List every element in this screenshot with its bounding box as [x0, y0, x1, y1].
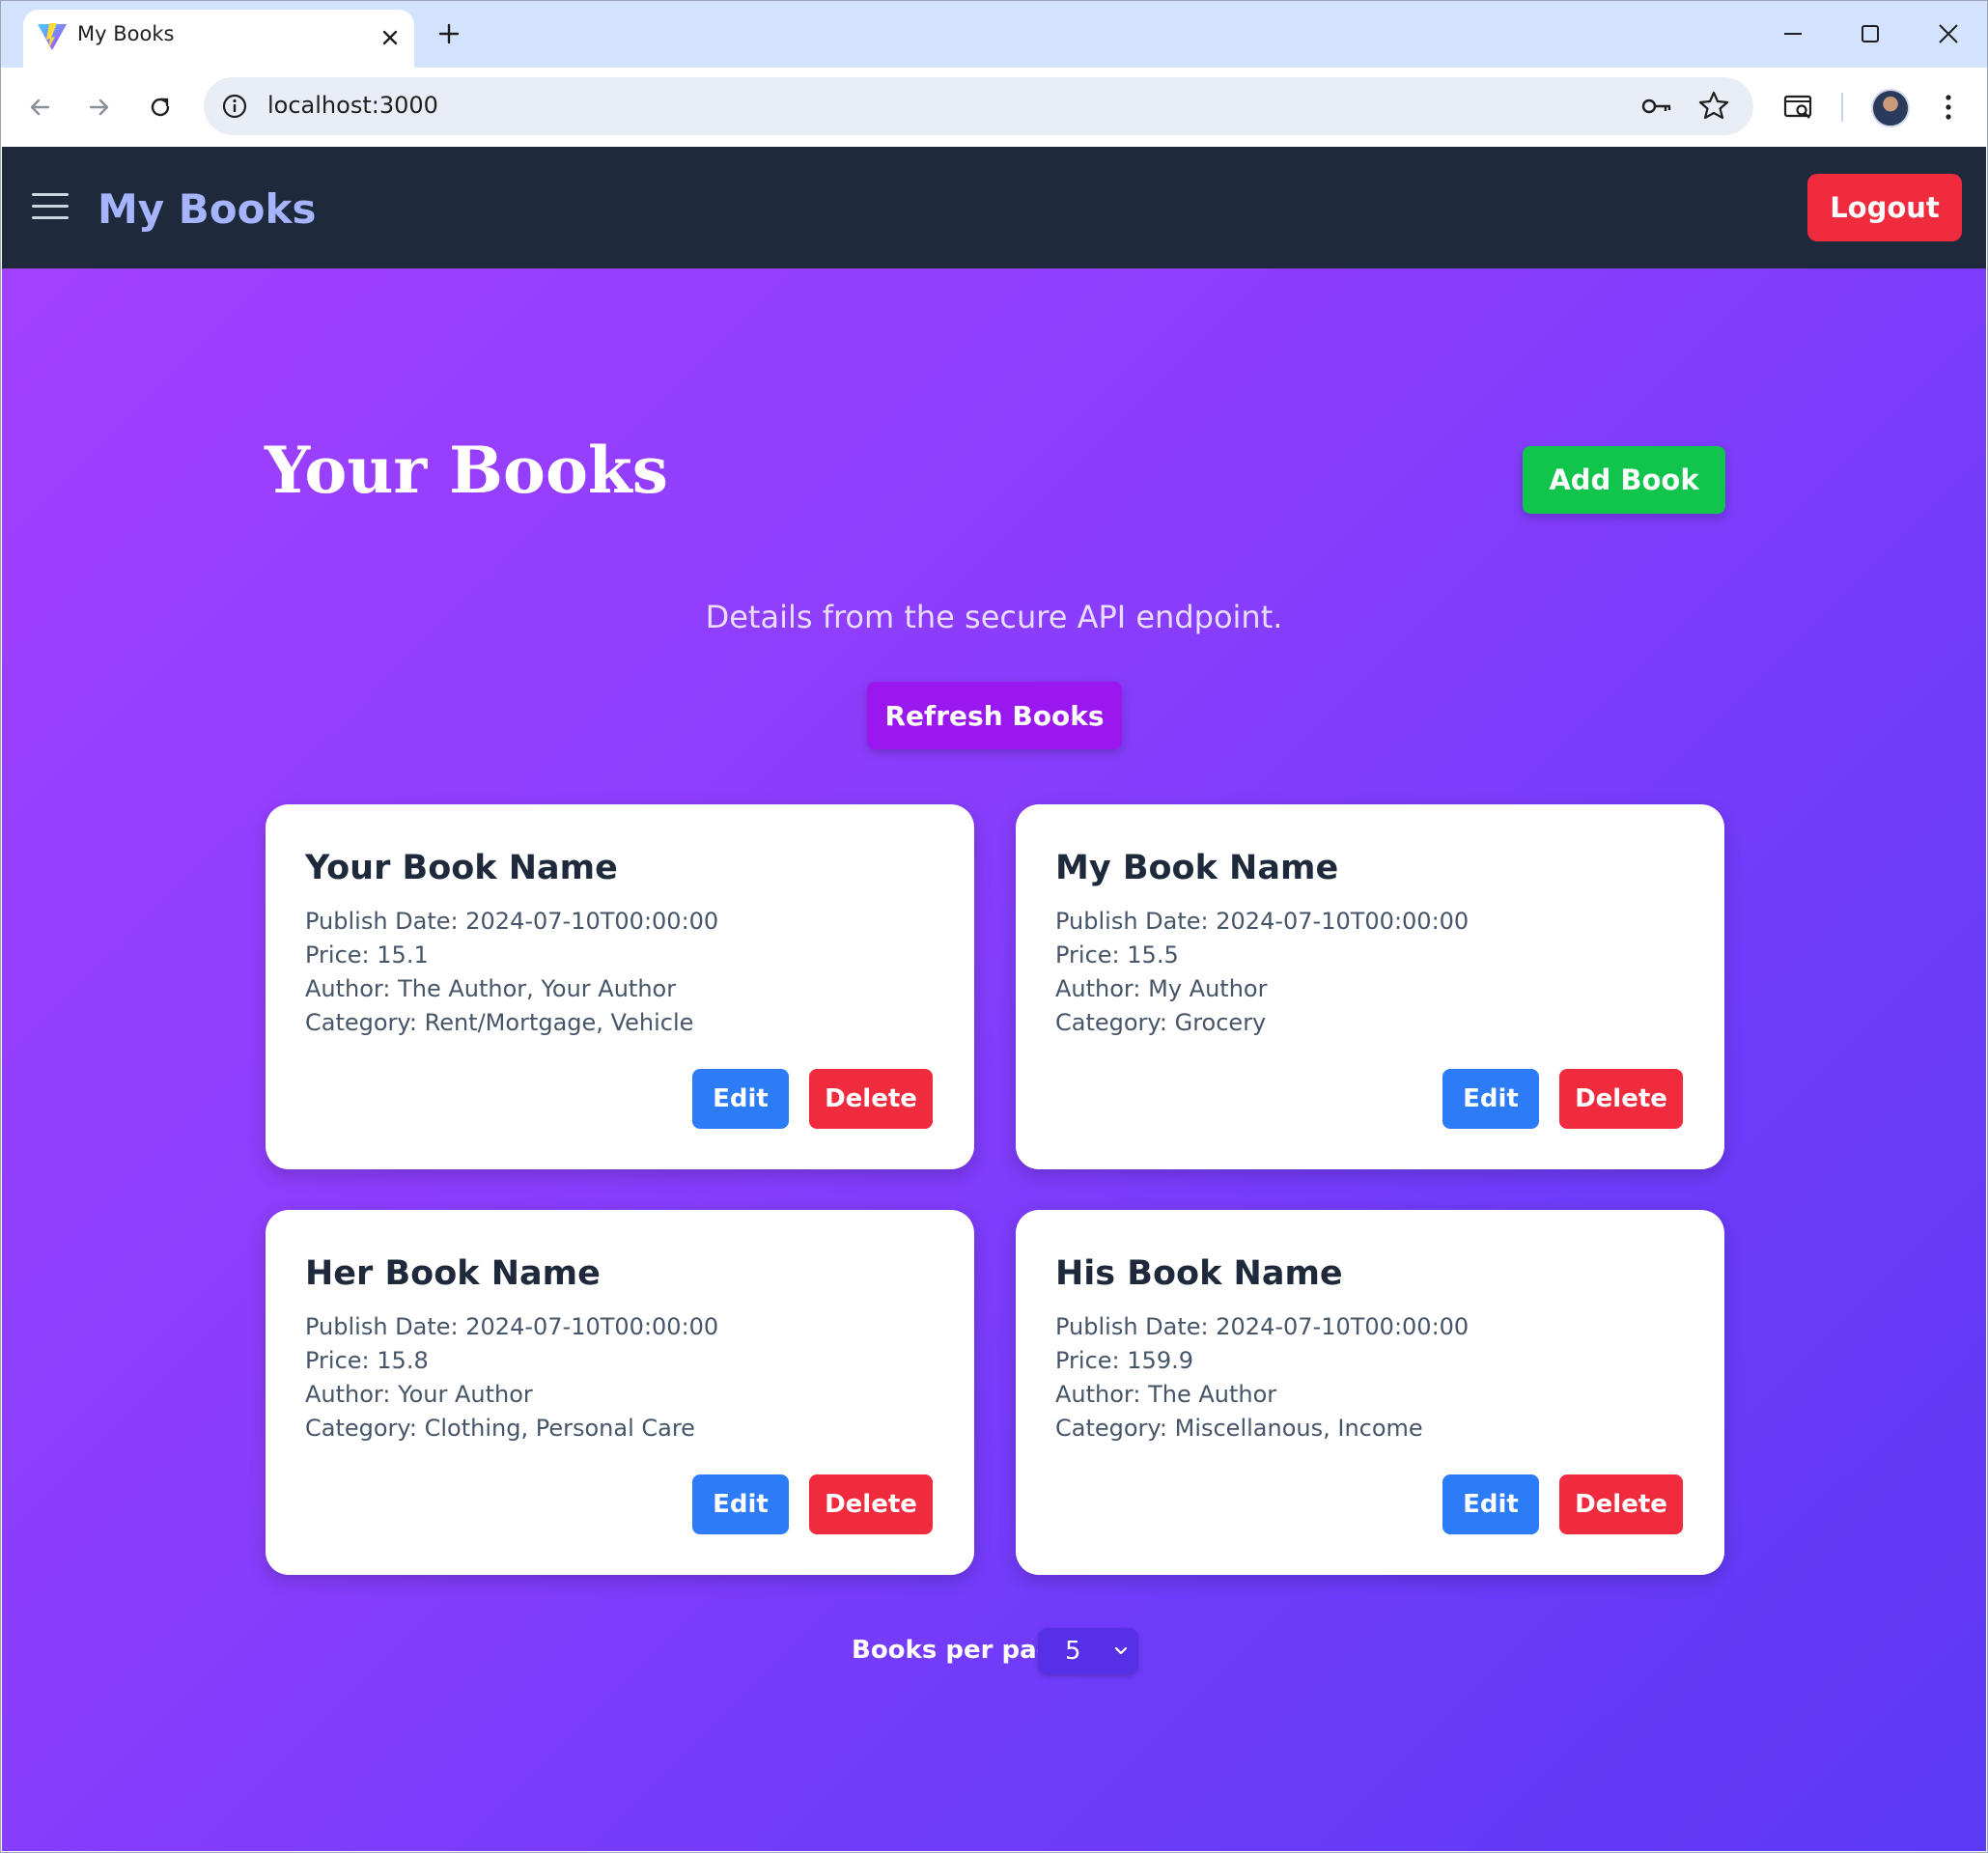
- browser-tab[interactable]: My Books: [23, 10, 414, 68]
- book-author: Author: The Author, Your Author: [305, 975, 677, 1002]
- book-category: Category: Rent/Mortgage, Vehicle: [305, 1009, 694, 1036]
- logout-button[interactable]: Logout: [1807, 174, 1962, 241]
- delete-button[interactable]: Delete: [809, 1069, 933, 1129]
- book-category: Category: Grocery: [1055, 1009, 1267, 1036]
- profile-avatar[interactable]: [1871, 89, 1910, 127]
- back-arrow-icon: [30, 98, 50, 116]
- key-icon[interactable]: [1639, 91, 1674, 122]
- reload-icon: [151, 98, 170, 117]
- brand-title[interactable]: My Books: [98, 185, 316, 233]
- book-card: His Book Name Publish Date: 2024-07-10T0…: [1016, 1210, 1724, 1575]
- book-price: Price: 15.8: [305, 1347, 429, 1374]
- tab-title: My Books: [77, 22, 175, 45]
- edit-button[interactable]: Edit: [1442, 1069, 1539, 1129]
- book-publish-date: Publish Date: 2024-07-10T00:00:00: [305, 1313, 719, 1340]
- toolbar-divider: [1841, 93, 1843, 122]
- close-window-button[interactable]: [1921, 12, 1975, 56]
- reload-button[interactable]: [140, 87, 181, 127]
- book-category: Category: Miscellanous, Income: [1055, 1415, 1423, 1442]
- book-publish-date: Publish Date: 2024-07-10T00:00:00: [1055, 908, 1470, 935]
- url-text[interactable]: localhost:3000: [267, 92, 438, 119]
- maximize-icon: [1862, 25, 1879, 42]
- book-title: Your Book Name: [305, 849, 618, 887]
- page-title: Your Books: [265, 433, 668, 508]
- delete-button[interactable]: Delete: [1559, 1069, 1683, 1129]
- book-card: My Book Name Publish Date: 2024-07-10T00…: [1016, 804, 1724, 1169]
- vite-favicon-icon: [38, 23, 67, 50]
- forward-arrow-icon: [89, 98, 109, 116]
- edit-button[interactable]: Edit: [692, 1069, 789, 1129]
- book-author: Author: Your Author: [305, 1381, 533, 1408]
- book-price: Price: 15.1: [305, 941, 429, 969]
- book-title: His Book Name: [1055, 1254, 1343, 1293]
- forward-button[interactable]: [79, 87, 120, 127]
- minimize-icon: [1784, 33, 1802, 35]
- refresh-books-button[interactable]: Refresh Books: [867, 682, 1122, 749]
- app-navbar: My Books Logout: [2, 147, 1986, 268]
- info-icon[interactable]: [219, 91, 250, 122]
- main-content: Your Books Add Book Details from the sec…: [2, 268, 1986, 1851]
- minimize-button[interactable]: [1766, 12, 1820, 56]
- close-icon[interactable]: [376, 23, 405, 52]
- books-per-page-value: 5: [1065, 1637, 1081, 1666]
- star-icon[interactable]: [1697, 89, 1730, 122]
- search-tab-icon: [1783, 95, 1812, 119]
- book-publish-date: Publish Date: 2024-07-10T00:00:00: [1055, 1313, 1470, 1340]
- delete-button[interactable]: Delete: [809, 1474, 933, 1534]
- book-price: Price: 159.9: [1055, 1347, 1193, 1374]
- menu-button[interactable]: [1928, 87, 1969, 127]
- back-button[interactable]: [19, 87, 60, 127]
- hamburger-icon[interactable]: [32, 193, 69, 222]
- browser-toolbar: localhost:3000: [0, 68, 1988, 147]
- plus-icon[interactable]: [433, 17, 465, 50]
- more-vert-icon: [1946, 95, 1951, 120]
- chevron-down-icon: [1114, 1646, 1128, 1655]
- add-book-button[interactable]: Add Book: [1523, 446, 1725, 514]
- close-window-icon: [1939, 24, 1958, 43]
- page-subtitle: Details from the secure API endpoint.: [705, 599, 1283, 635]
- book-author: Author: The Author: [1055, 1381, 1277, 1408]
- address-bar[interactable]: localhost:3000: [204, 77, 1753, 135]
- books-per-page-select[interactable]: 5: [1038, 1628, 1138, 1674]
- edit-button[interactable]: Edit: [692, 1474, 789, 1534]
- book-author: Author: My Author: [1055, 975, 1268, 1002]
- edit-button[interactable]: Edit: [1442, 1474, 1539, 1534]
- book-price: Price: 15.5: [1055, 941, 1179, 969]
- delete-button[interactable]: Delete: [1559, 1474, 1683, 1534]
- book-publish-date: Publish Date: 2024-07-10T00:00:00: [305, 908, 719, 935]
- book-card: Your Book Name Publish Date: 2024-07-10T…: [266, 804, 974, 1169]
- book-category: Category: Clothing, Personal Care: [305, 1415, 695, 1442]
- book-title: My Book Name: [1055, 849, 1339, 887]
- browser-tab-strip: My Books: [0, 0, 1988, 68]
- book-card: Her Book Name Publish Date: 2024-07-10T0…: [266, 1210, 974, 1575]
- tab-search-button[interactable]: [1778, 87, 1819, 127]
- maximize-button[interactable]: [1843, 12, 1897, 56]
- book-title: Her Book Name: [305, 1254, 601, 1293]
